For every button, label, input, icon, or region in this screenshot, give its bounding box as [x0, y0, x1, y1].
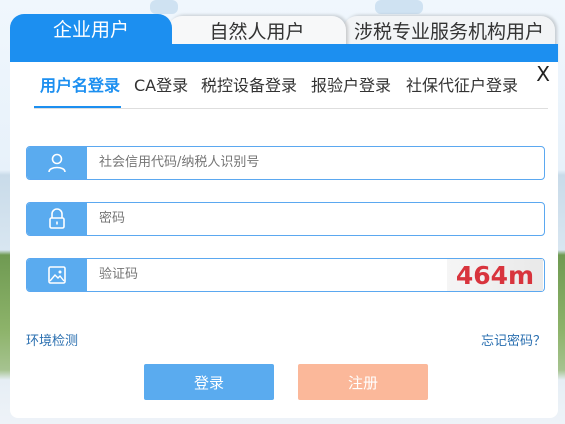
captcha-input[interactable] — [99, 259, 399, 291]
tab-username-login[interactable]: 用户名登录 — [40, 73, 120, 99]
captcha-image[interactable]: 464m — [447, 259, 543, 291]
forgot-password-link[interactable]: 忘记密码？ — [481, 330, 546, 349]
password-input[interactable] — [99, 203, 399, 235]
tab-inspection-login[interactable]: 报验户登录 — [311, 73, 391, 99]
captcha-field: 464m — [26, 258, 545, 292]
login-card: X 用户名登录 CA登录 税控设备登录 报验户登录 社保代征户登录 社会信用代码… — [10, 62, 558, 418]
user-icon — [27, 147, 87, 179]
image-icon — [27, 259, 87, 291]
credit-code-input[interactable] — [99, 147, 399, 179]
credit-code-field — [26, 146, 545, 180]
tab-social-security-login[interactable]: 社保代征户登录 — [406, 73, 518, 99]
tab-tax-device-login[interactable]: 税控设备登录 — [201, 73, 297, 99]
lock-icon — [27, 203, 87, 235]
tab-ca-login[interactable]: CA登录 — [134, 73, 188, 99]
background-decoration — [150, 0, 178, 14]
register-button[interactable]: 注册 — [298, 364, 428, 400]
tabs-divider — [34, 108, 548, 109]
tab-label: 涉税专业服务机构用户 — [353, 21, 544, 43]
tab-band — [10, 44, 558, 64]
tab-label: 企业用户 — [52, 19, 129, 41]
password-field — [26, 202, 545, 236]
login-button[interactable]: 登录 — [144, 364, 274, 400]
background-decoration — [375, 0, 423, 14]
close-button[interactable]: X — [536, 62, 550, 86]
tab-label: 自然人用户 — [209, 21, 305, 43]
environment-check-link[interactable]: 环境检测 — [26, 330, 78, 349]
